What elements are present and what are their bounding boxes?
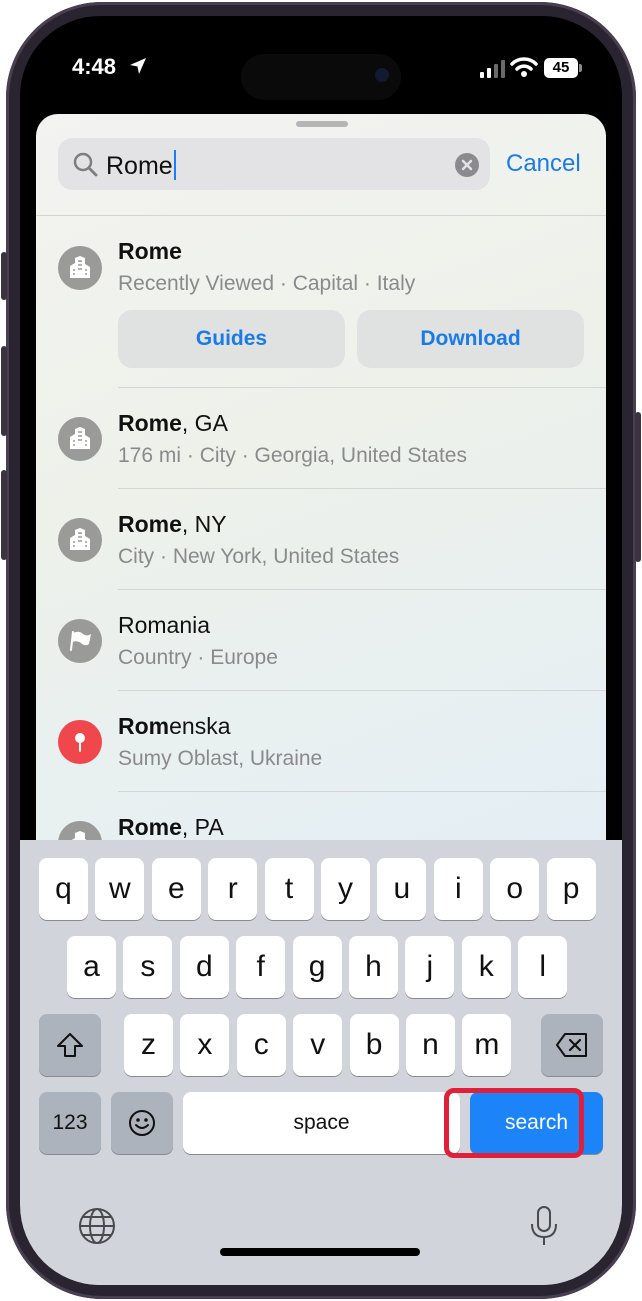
key-f[interactable]: f (236, 936, 286, 998)
key-v[interactable]: v (293, 1014, 343, 1076)
result-title: Rome, GA (118, 410, 228, 436)
battery-tip (579, 64, 582, 72)
power-button (635, 412, 641, 562)
key-l[interactable]: l (518, 936, 568, 998)
key-c[interactable]: c (236, 1014, 286, 1076)
key-k[interactable]: k (461, 936, 511, 998)
result-title: Romenska (118, 713, 231, 739)
key-m[interactable]: m (462, 1014, 512, 1076)
status-time: 4:48 (72, 54, 117, 79)
result-subtitle: Sumy Oblast, Ukraine (118, 747, 323, 770)
search-key-highlight (444, 1088, 584, 1158)
key-e[interactable]: e (151, 858, 201, 920)
result-subtitle: Country · Europe (118, 646, 278, 669)
result-subtitle: 176 mi · City · Georgia, United States (118, 444, 467, 467)
camera-dot (375, 68, 389, 82)
flag-icon (58, 619, 102, 663)
result-subtitle: City · New York, United States (118, 545, 400, 568)
status-bar: 4:48 45 (20, 16, 622, 116)
key-h[interactable]: h (349, 936, 398, 998)
key-u[interactable]: u (377, 858, 427, 920)
space-key[interactable]: space (183, 1092, 460, 1154)
search-field[interactable]: Rome (58, 138, 490, 190)
key-w[interactable]: w (95, 858, 145, 920)
download-button[interactable]: Download (357, 310, 584, 368)
guides-button[interactable]: Guides (118, 310, 345, 368)
result-row-rome-ny[interactable]: Rome, NY City · New York, United States (36, 489, 606, 590)
result-row-romenska[interactable]: Romenska Sumy Oblast, Ukraine (36, 691, 606, 792)
emoji-key[interactable] (111, 1092, 173, 1154)
key-n[interactable]: n (406, 1014, 455, 1076)
key-p[interactable]: p (546, 858, 596, 920)
microphone-icon[interactable] (528, 1204, 560, 1248)
result-title: Rome (118, 238, 182, 264)
key-b[interactable]: b (349, 1014, 399, 1076)
key-d[interactable]: d (179, 936, 229, 998)
key-z[interactable]: z (124, 1014, 173, 1076)
shift-key[interactable] (39, 1014, 101, 1076)
key-a[interactable]: a (67, 936, 116, 998)
cellular-signal-icon (480, 60, 505, 78)
key-y[interactable]: y (321, 858, 370, 920)
action-button (1, 252, 7, 300)
sheet-grabber[interactable] (296, 121, 348, 127)
key-j[interactable]: j (405, 936, 455, 998)
city-icon (58, 417, 102, 461)
key-q[interactable]: q (39, 858, 88, 920)
home-indicator (220, 1248, 420, 1256)
key-o[interactable]: o (490, 858, 540, 920)
key-t[interactable]: t (264, 858, 314, 920)
city-icon (58, 246, 102, 290)
result-subtitle: Recently Viewed · Capital · Italy (118, 272, 416, 295)
volume-down-button (1, 470, 7, 560)
wifi-icon (510, 57, 538, 77)
result-row-romania[interactable]: Romania Country · Europe (36, 590, 606, 691)
key-s[interactable]: s (123, 936, 173, 998)
globe-icon[interactable] (77, 1206, 117, 1246)
search-input[interactable]: Rome (106, 150, 176, 181)
result-title: Romania (118, 612, 211, 638)
key-x[interactable]: x (180, 1014, 230, 1076)
volume-up-button (1, 346, 7, 436)
result-title: Rome, NY (118, 511, 227, 537)
city-icon (58, 518, 102, 562)
clear-icon[interactable] (455, 153, 479, 177)
cancel-button[interactable]: Cancel (506, 150, 581, 178)
battery-indicator: 45 (544, 58, 578, 78)
key-i[interactable]: i (433, 858, 483, 920)
result-row-rome[interactable]: Rome Recently Viewed · Capital · Italy G… (36, 216, 606, 388)
text-caret (173, 150, 176, 180)
search-query: Rome (106, 152, 173, 180)
key-r[interactable]: r (208, 858, 258, 920)
result-title: Rome, PA (118, 814, 224, 840)
pin-icon (58, 720, 102, 764)
numbers-key[interactable]: 123 (39, 1092, 101, 1154)
keyboard: 123 space search qwertyuiopasdfghjklzxcv… (20, 840, 622, 1285)
result-row-rome-ga[interactable]: Rome, GA 176 mi · City · Georgia, United… (36, 388, 606, 489)
search-icon (73, 152, 98, 177)
key-g[interactable]: g (292, 936, 342, 998)
location-arrow-icon (130, 58, 146, 74)
delete-key[interactable] (541, 1014, 603, 1076)
